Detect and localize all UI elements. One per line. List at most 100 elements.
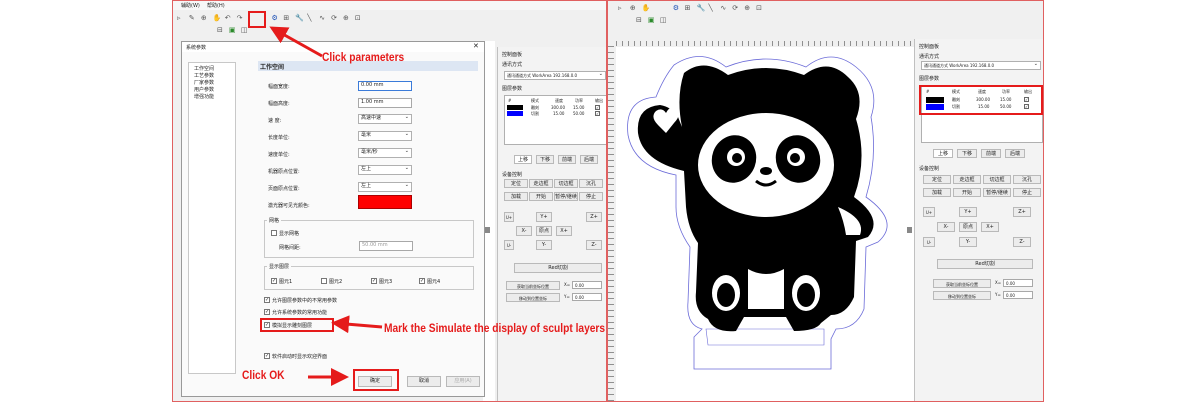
tree-item-user[interactable]: 用户参数 (194, 86, 214, 93)
jog-down-button[interactable]: Y- (959, 237, 977, 247)
row1-output-checkbox[interactable]: ✓ (595, 105, 600, 110)
page-origin-select[interactable]: 左上 (358, 182, 412, 192)
cut-frame-button[interactable]: 切边框 (554, 179, 578, 188)
parameters-icon[interactable]: ⚙ (271, 15, 278, 22)
row2-output-checkbox[interactable]: ✓ (595, 111, 600, 116)
apply-button[interactable]: 应用(A) (446, 376, 480, 387)
select-icon[interactable]: ▹ (618, 5, 625, 12)
option1-checkbox[interactable]: ✓ (264, 297, 270, 303)
u-down-button[interactable]: U- (504, 240, 514, 250)
machine-origin-select[interactable]: 左上 (358, 165, 412, 175)
pause-button[interactable]: 暂停/继续 (554, 192, 578, 201)
conn-select[interactable]: 通讯通道方式 WorkArea 192.168.0.0 (504, 71, 606, 80)
jog-left-button[interactable]: X- (937, 222, 955, 232)
array-icon[interactable]: ⊞ (283, 15, 290, 22)
layer2-checkbox[interactable] (321, 278, 327, 284)
move-up-button[interactable]: 上移 (933, 149, 953, 158)
red-cut-button[interactable]: Red切割 (514, 263, 602, 273)
u-down-button[interactable]: U- (923, 237, 935, 247)
image-icon[interactable]: ▣ (648, 17, 655, 24)
back-button[interactable]: 后端 (580, 155, 598, 164)
start-button[interactable]: 开始 (953, 188, 981, 197)
z-down-button[interactable]: Z- (586, 240, 602, 250)
z-up-button[interactable]: Z+ (1013, 207, 1031, 217)
speed-unit-select[interactable]: 毫米/秒 (358, 148, 412, 158)
cut-frame-button[interactable]: 切边框 (983, 175, 1011, 184)
locate-button[interactable]: 定位 (504, 179, 528, 188)
move-to-position-button[interactable]: 移动到位置坐标 (933, 291, 991, 300)
u-up-button[interactable]: U+ (504, 212, 514, 222)
tree-item-vendor[interactable]: 厂家参数 (194, 79, 214, 86)
option2-checkbox[interactable]: ✓ (264, 309, 270, 315)
grid-icon[interactable]: ⊡ (756, 5, 763, 12)
target-icon[interactable]: ⊕ (744, 5, 751, 12)
layer4-checkbox[interactable]: ✓ (419, 278, 425, 284)
preview-icon[interactable]: ◫ (241, 27, 248, 34)
stop-button[interactable]: 停止 (1013, 188, 1041, 197)
layer1-checkbox[interactable]: ✓ (271, 278, 277, 284)
get-position-button[interactable]: 获取当前坐标位置 (506, 281, 560, 290)
preview-icon[interactable]: ◫ (660, 17, 667, 24)
panda-artwork[interactable] (616, 47, 914, 402)
jog-left-button[interactable]: X- (516, 226, 532, 236)
speed-select[interactable]: 高速中速 (358, 114, 412, 124)
length-unit-select[interactable]: 毫米 (358, 131, 412, 141)
trace-frame-button[interactable]: 走边框 (529, 179, 553, 188)
laser-color-swatch[interactable] (358, 195, 412, 209)
back-button[interactable]: 后端 (1005, 149, 1025, 158)
countersink-button[interactable]: 沉孔 (579, 179, 603, 188)
target-icon[interactable]: ⊕ (343, 15, 350, 22)
get-position-button[interactable]: 获取当前坐标位置 (933, 279, 991, 288)
red-cut-button[interactable]: Red切割 (937, 259, 1033, 269)
line-icon[interactable]: ╲ (708, 5, 715, 12)
pan-icon[interactable]: ✋ (642, 5, 651, 12)
array-icon[interactable]: ⊞ (685, 5, 692, 12)
tool-icon[interactable]: 🔧 (295, 15, 304, 22)
front-button[interactable]: 前端 (981, 149, 1001, 158)
menu-item-aux[interactable]: 辅助(W) (181, 2, 200, 9)
tree-item-workspace[interactable]: 工作空间 (194, 65, 214, 72)
move-up-button[interactable]: 上移 (514, 155, 532, 164)
redo-icon[interactable]: ↷ (237, 15, 244, 22)
start-button[interactable]: 开始 (529, 192, 553, 201)
undo-icon[interactable]: ↶ (225, 15, 232, 22)
locate-button[interactable]: 定位 (923, 175, 951, 184)
close-icon[interactable]: ✕ (473, 42, 479, 50)
option4-checkbox[interactable]: ✓ (264, 353, 270, 359)
tree-item-process[interactable]: 工艺参数 (194, 72, 214, 79)
load-button[interactable]: 加载 (923, 188, 951, 197)
jog-up-button[interactable]: Y+ (536, 212, 552, 222)
tree-item-enhanced[interactable]: 增强功能 (194, 93, 214, 100)
trace-frame-button[interactable]: 走边框 (953, 175, 981, 184)
panel-tab[interactable]: 控制面板 (919, 43, 939, 50)
zoom-icon[interactable]: ⊕ (201, 15, 208, 22)
panel-tab[interactable]: 控制面板 (502, 51, 522, 58)
cancel-button[interactable]: 取消 (407, 376, 441, 387)
menu-item-help[interactable]: 帮助(H) (207, 2, 225, 9)
jog-right-button[interactable]: X+ (981, 222, 999, 232)
countersink-button[interactable]: 沉孔 (1013, 175, 1041, 184)
image-icon[interactable]: ▣ (229, 27, 236, 34)
x-input[interactable]: 0.00 (1003, 279, 1033, 287)
layer3-checkbox[interactable]: ✓ (371, 278, 377, 284)
conn-select[interactable]: 通讯通道方式 WorkArea 192.168.0.0 (921, 61, 1041, 70)
select-icon[interactable]: ▹ (177, 15, 184, 22)
show-grid-checkbox[interactable] (271, 230, 277, 236)
z-up-button[interactable]: Z+ (586, 212, 602, 222)
move-down-button[interactable]: 下移 (536, 155, 554, 164)
stop-button[interactable]: 停止 (579, 192, 603, 201)
node-edit-icon[interactable]: ✎ (189, 15, 196, 22)
rotate-icon[interactable]: ⟳ (732, 5, 739, 12)
y-input[interactable]: 0.00 (1003, 291, 1033, 299)
jog-origin-button[interactable]: 原点 (959, 222, 977, 232)
u-up-button[interactable]: U+ (923, 207, 935, 217)
layout-icon[interactable]: ⊟ (217, 27, 224, 34)
curve-icon[interactable]: ∿ (319, 15, 326, 22)
parameters-icon[interactable]: ⚙ (673, 5, 680, 12)
move-to-position-button[interactable]: 移动到位置坐标 (506, 293, 560, 302)
width-input[interactable]: 0.00 mm (358, 81, 412, 91)
pan-icon[interactable]: ✋ (213, 15, 222, 22)
height-input[interactable]: 1.00 mm (358, 98, 412, 108)
pause-button[interactable]: 暂停/继续 (983, 188, 1011, 197)
jog-origin-button[interactable]: 原点 (536, 226, 552, 236)
